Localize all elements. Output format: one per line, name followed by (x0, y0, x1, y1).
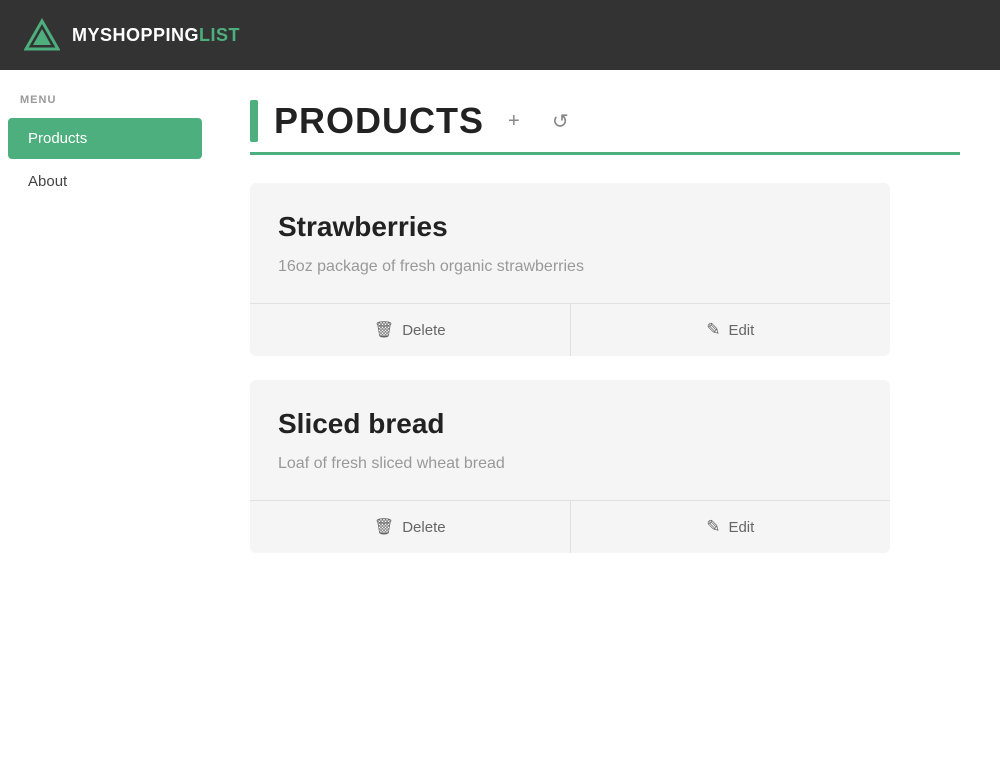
app-header: MYSHOPPINGLIST (0, 0, 1000, 70)
delete-product-button[interactable]: 🗑 Delete (250, 501, 570, 553)
product-card-actions: 🗑 Delete ✎ Edit (250, 500, 890, 553)
sidebar: MENU Products About (0, 70, 210, 772)
product-name: Sliced bread (278, 408, 862, 440)
product-card: Strawberries 16oz package of fresh organ… (250, 183, 890, 356)
add-product-button[interactable]: + (500, 106, 528, 137)
refresh-icon: ↻ (552, 109, 569, 134)
vue-logo-icon (24, 17, 60, 53)
main-content: PRODUCTS + ↻ Strawberries 16oz package o… (210, 70, 1000, 772)
edit-icon: ✎ (706, 517, 720, 537)
product-description: 16oz package of fresh organic strawberri… (278, 255, 862, 279)
sidebar-item-products[interactable]: Products (8, 118, 202, 159)
delete-product-button[interactable]: 🗑 Delete (250, 304, 570, 356)
edit-icon: ✎ (706, 320, 720, 340)
sidebar-menu-label: MENU (0, 94, 210, 106)
app-title: MYSHOPPINGLIST (72, 25, 240, 46)
product-description: Loaf of fresh sliced wheat bread (278, 452, 862, 476)
product-card-actions: 🗑 Delete ✎ Edit (250, 303, 890, 356)
page-title: PRODUCTS (274, 100, 484, 142)
logo: MYSHOPPINGLIST (24, 17, 240, 53)
product-card-body: Sliced bread Loaf of fresh sliced wheat … (250, 380, 890, 500)
edit-product-button[interactable]: ✎ Edit (570, 304, 891, 356)
product-card: Sliced bread Loaf of fresh sliced wheat … (250, 380, 890, 553)
product-card-body: Strawberries 16oz package of fresh organ… (250, 183, 890, 303)
sidebar-item-about[interactable]: About (8, 161, 202, 202)
edit-product-button[interactable]: ✎ Edit (570, 501, 891, 553)
trash-icon: 🗑 (374, 320, 394, 340)
trash-icon: 🗑 (374, 517, 394, 537)
page-header-accent (250, 100, 258, 142)
product-name: Strawberries (278, 211, 862, 243)
refresh-button[interactable]: ↻ (544, 105, 577, 138)
page-header: PRODUCTS + ↻ (250, 100, 960, 155)
